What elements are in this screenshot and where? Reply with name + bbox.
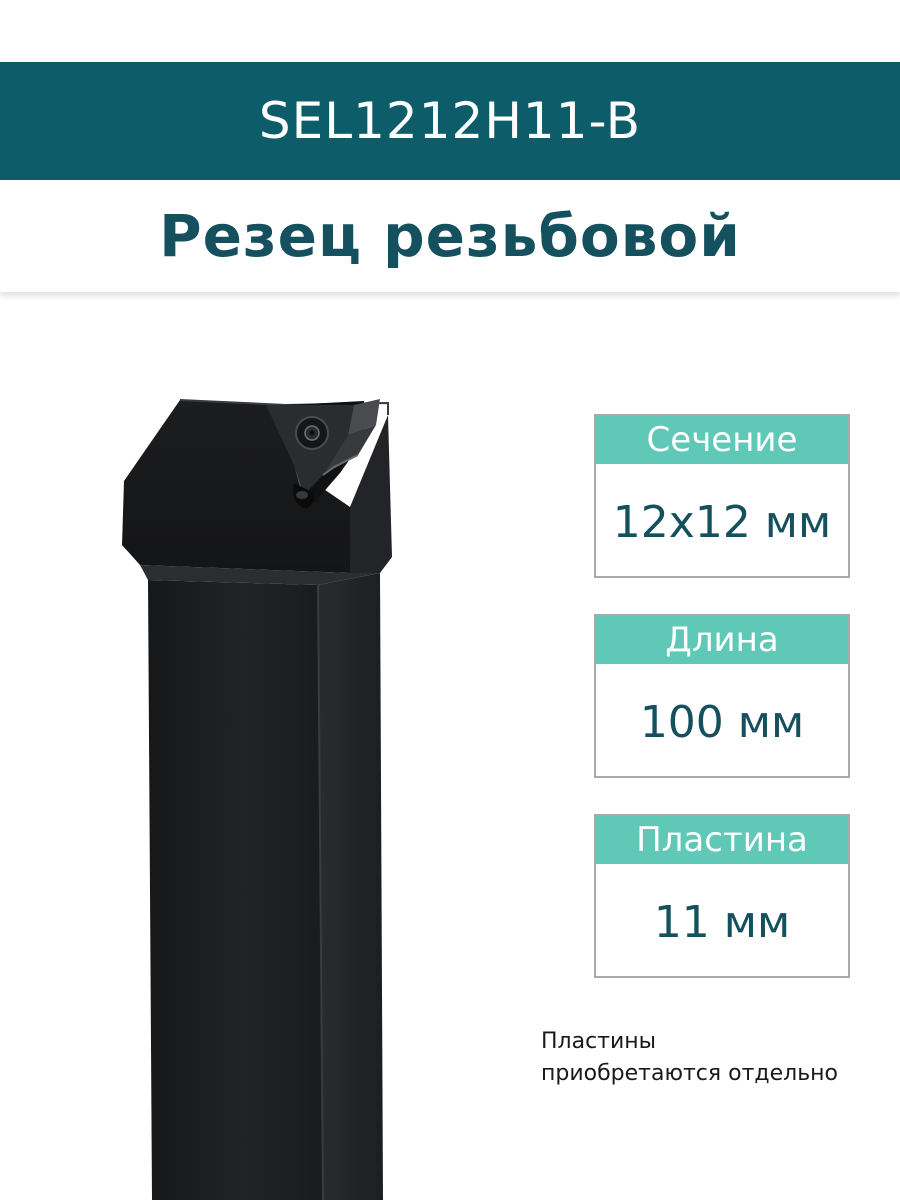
- model-code: SEL1212H11-B: [258, 92, 642, 150]
- shank-front-face: [148, 580, 323, 1200]
- model-banner: SEL1212H11-B: [0, 62, 900, 180]
- shank-side-face: [318, 573, 383, 1200]
- spec-value-insert: 11 мм: [653, 896, 791, 948]
- spec-value-section: 12x12 мм: [612, 496, 832, 548]
- product-title: Резец резьбовой: [159, 202, 741, 270]
- spec-label-length: Длина: [596, 616, 848, 664]
- spec-card-section: Сечение 12x12 мм: [594, 414, 850, 578]
- top-margin: [0, 0, 900, 62]
- spec-label-section: Сечение: [596, 416, 848, 464]
- note-line-1: Пластины: [541, 1029, 657, 1054]
- inserts-sold-separately-note: Пластины приобретаются отдельно: [541, 1026, 891, 1090]
- note-line-2: приобретаются отдельно: [541, 1061, 839, 1086]
- spec-label-insert: Пластина: [596, 816, 848, 864]
- threading-tool-holder-image: [122, 399, 392, 1200]
- spec-card-insert: Пластина 11 мм: [594, 814, 850, 978]
- spec-value-length: 100 мм: [639, 696, 805, 748]
- spec-card-length: Длина 100 мм: [594, 614, 850, 778]
- title-band: Резец резьбовой: [0, 180, 900, 292]
